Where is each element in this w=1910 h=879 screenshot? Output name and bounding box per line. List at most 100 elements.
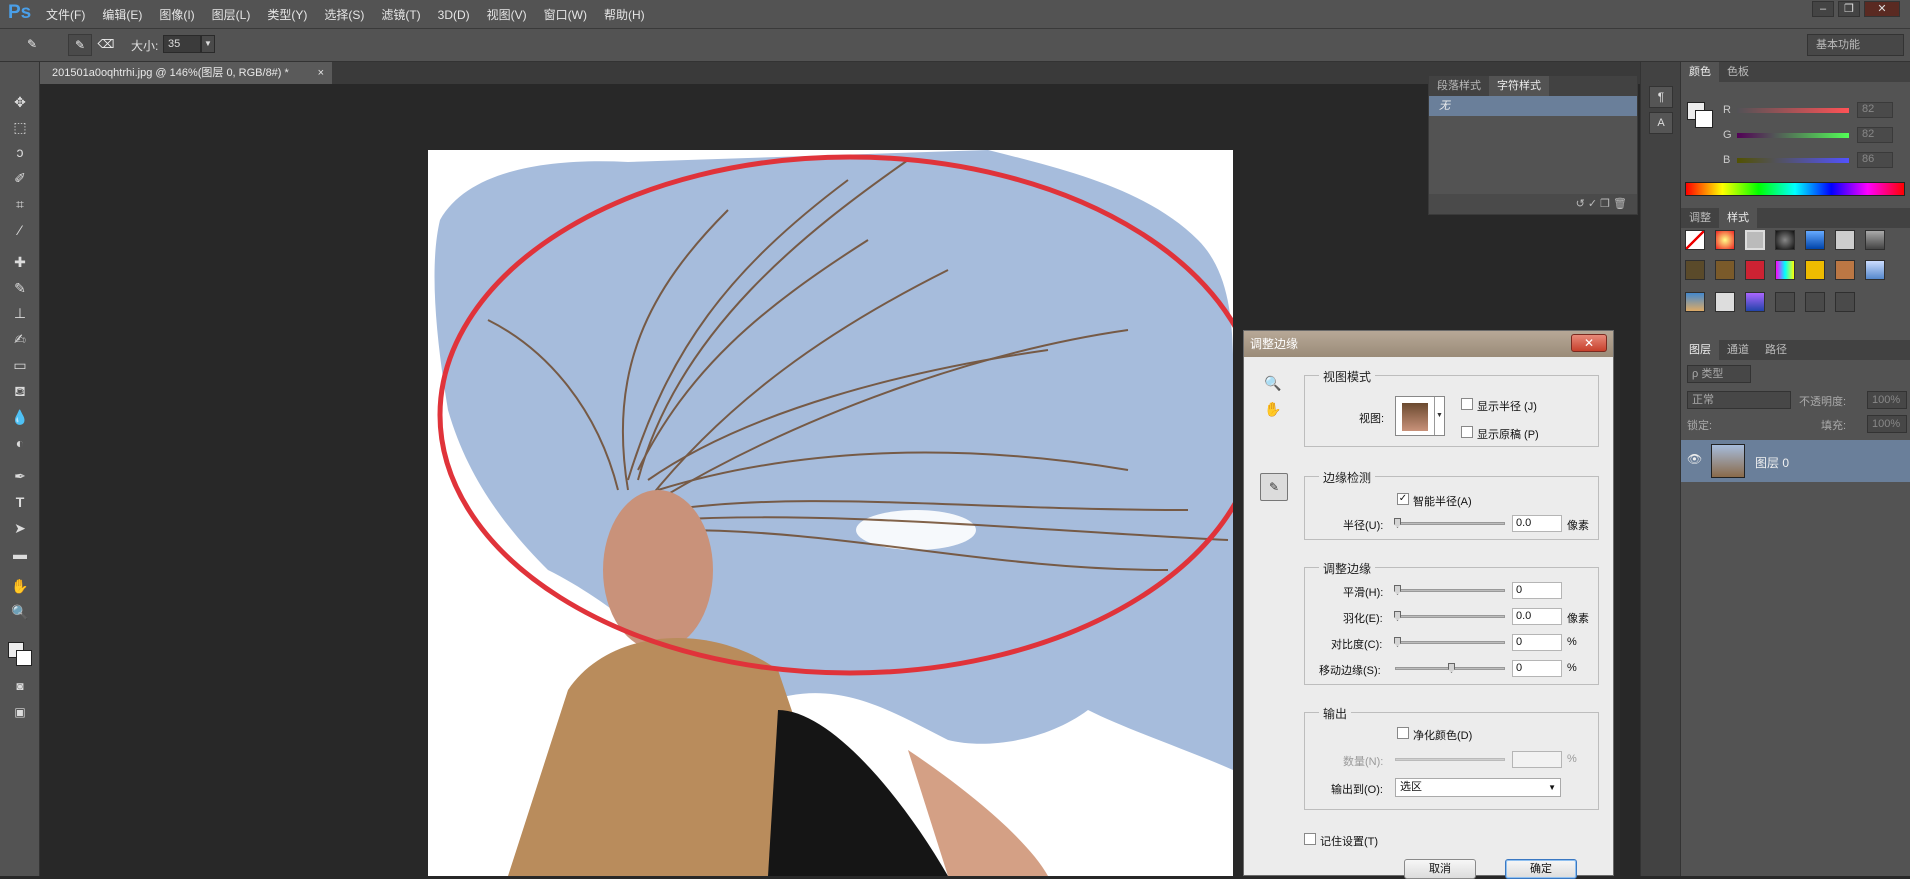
menu-edit[interactable]: 编辑(E) <box>102 6 142 23</box>
style-swatch-3[interactable] <box>1745 230 1765 250</box>
close-tab-icon[interactable]: × <box>318 62 324 84</box>
document-canvas[interactable] <box>428 150 1233 876</box>
minimize-icon[interactable]: – <box>1812 1 1834 17</box>
tab-paths[interactable]: 路径 <box>1757 340 1795 360</box>
style-swatch-2[interactable] <box>1715 230 1735 250</box>
style-swatch-19[interactable] <box>1805 292 1825 312</box>
contrast-input[interactable]: 0 <box>1512 634 1562 651</box>
size-dropdown-icon[interactable]: ▼ <box>201 35 215 53</box>
dialog-close-button[interactable]: ✕ <box>1571 334 1607 352</box>
radius-slider[interactable] <box>1394 518 1505 528</box>
menu-layer[interactable]: 图层(L) <box>212 6 251 23</box>
blur-tool-icon[interactable]: 💧 <box>9 407 31 427</box>
style-swatch-10[interactable] <box>1745 260 1765 280</box>
workspace-selector[interactable]: 基本功能 <box>1807 34 1904 56</box>
contrast-slider[interactable] <box>1394 637 1505 647</box>
feather-slider[interactable] <box>1394 611 1505 621</box>
amount-input[interactable] <box>1512 751 1562 768</box>
tab-color[interactable]: 颜色 <box>1681 62 1719 82</box>
style-item-none[interactable]: 无 <box>1429 96 1637 116</box>
opacity-input[interactable]: 100% <box>1867 391 1907 409</box>
tab-character-styles[interactable]: 字符样式 <box>1489 76 1549 96</box>
cancel-button[interactable]: 取消 <box>1404 859 1476 879</box>
show-original-checkbox[interactable] <box>1461 426 1473 438</box>
shift-edge-slider-knob[interactable] <box>1448 663 1455 673</box>
paint-bucket-tool-icon[interactable]: ⛾ <box>9 381 31 401</box>
eyedropper-tool-icon[interactable]: ⁄ <box>9 220 31 240</box>
pen-tool-icon[interactable]: ✒ <box>9 466 31 486</box>
restore-icon[interactable]: ❐ <box>1838 1 1860 17</box>
fill-input[interactable]: 100% <box>1867 415 1907 433</box>
marquee-tool-icon[interactable]: ⬚ <box>9 117 31 137</box>
zoom-tool-icon[interactable]: 🔍 <box>9 602 31 622</box>
hand-icon[interactable]: ✋ <box>1264 401 1281 418</box>
decontaminate-colors-checkbox[interactable] <box>1397 727 1409 739</box>
tab-swatches[interactable]: 色板 <box>1719 62 1757 82</box>
contrast-slider-knob[interactable] <box>1394 637 1401 647</box>
layer-filter-select[interactable]: ρ 类型 <box>1687 365 1751 383</box>
style-swatch-16[interactable] <box>1715 292 1735 312</box>
tab-layers[interactable]: 图层 <box>1681 340 1719 360</box>
tab-styles[interactable]: 样式 <box>1719 208 1757 228</box>
healing-brush-tool-icon[interactable]: ✚ <box>9 252 31 272</box>
radius-slider-knob[interactable] <box>1394 518 1401 528</box>
close-window-icon[interactable]: ✕ <box>1864 1 1900 17</box>
style-swatch-17[interactable] <box>1745 292 1765 312</box>
channel-g-slider[interactable] <box>1737 133 1849 138</box>
shift-edge-slider[interactable] <box>1395 663 1505 673</box>
layer-row[interactable]: 👁 图层 0 <box>1681 440 1910 482</box>
style-swatch-6[interactable] <box>1835 230 1855 250</box>
channel-g-value[interactable]: 82 <box>1857 127 1893 143</box>
amount-slider[interactable] <box>1395 758 1505 761</box>
paragraph-icon[interactable]: ¶ <box>1649 86 1673 108</box>
quick-mask-icon[interactable]: ◙ <box>9 676 31 696</box>
feather-slider-knob[interactable] <box>1394 611 1401 621</box>
menu-filter[interactable]: 滤镜(T) <box>381 6 420 23</box>
style-swatch-8[interactable] <box>1685 260 1705 280</box>
shift-edge-input[interactable]: 0 <box>1512 660 1562 677</box>
channel-b-slider[interactable] <box>1737 158 1849 163</box>
style-swatch-5[interactable] <box>1805 230 1825 250</box>
path-selection-tool-icon[interactable]: ➤ <box>9 518 31 538</box>
bg-color-chip[interactable] <box>1695 110 1713 128</box>
brush-preset-icon[interactable]: ✎ <box>20 34 44 56</box>
menu-view[interactable]: 视图(V) <box>487 6 527 23</box>
style-swatch-7[interactable] <box>1865 230 1885 250</box>
menu-image[interactable]: 图像(I) <box>159 6 194 23</box>
blend-mode-select[interactable]: 正常 <box>1687 391 1791 409</box>
hand-tool-icon[interactable]: ✋ <box>9 576 31 596</box>
style-swatch-15[interactable] <box>1685 292 1705 312</box>
channel-r-value[interactable]: 82 <box>1857 102 1893 118</box>
style-swatch-18[interactable] <box>1775 292 1795 312</box>
rectangle-tool-icon[interactable]: ▬ <box>9 544 31 564</box>
refine-radius-tool-icon[interactable]: ✎ <box>68 34 92 56</box>
lasso-tool-icon[interactable]: ↄ <box>9 142 31 162</box>
brush-tool-icon[interactable]: ✎ <box>9 278 31 298</box>
ok-button[interactable]: 确定 <box>1505 859 1577 879</box>
style-swatch-none[interactable] <box>1685 230 1705 250</box>
style-swatch-14[interactable] <box>1865 260 1885 280</box>
smooth-slider-knob[interactable] <box>1394 585 1401 595</box>
style-swatch-11[interactable] <box>1775 260 1795 280</box>
menu-3d[interactable]: 3D(D) <box>438 8 470 22</box>
menu-select[interactable]: 选择(S) <box>324 6 364 23</box>
show-radius-checkbox[interactable] <box>1461 398 1473 410</box>
output-to-select[interactable]: 选区 ▼ <box>1395 778 1561 797</box>
tab-paragraph-styles[interactable]: 段落样式 <box>1429 76 1489 96</box>
style-swatch-13[interactable] <box>1835 260 1855 280</box>
quick-selection-tool-icon[interactable]: ✐ <box>9 168 31 188</box>
character-icon[interactable]: A <box>1649 112 1673 134</box>
smooth-slider[interactable] <box>1394 585 1505 595</box>
crop-tool-icon[interactable]: ⌗ <box>9 194 31 214</box>
type-tool-icon[interactable]: T <box>9 492 31 512</box>
style-swatch-4[interactable] <box>1775 230 1795 250</box>
channel-r-slider[interactable] <box>1737 108 1849 113</box>
refine-radius-tool-button[interactable]: ✎ <box>1260 473 1288 501</box>
output-dropdown-icon[interactable]: ▼ <box>1548 779 1556 796</box>
radius-input[interactable]: 0.0 <box>1512 515 1562 532</box>
tab-adjustments[interactable]: 调整 <box>1681 208 1719 228</box>
background-color-swatch[interactable] <box>16 650 32 666</box>
menu-file[interactable]: 文件(F) <box>46 6 85 23</box>
style-swatch-20[interactable] <box>1835 292 1855 312</box>
dodge-tool-icon[interactable]: ◐ <box>9 433 31 453</box>
